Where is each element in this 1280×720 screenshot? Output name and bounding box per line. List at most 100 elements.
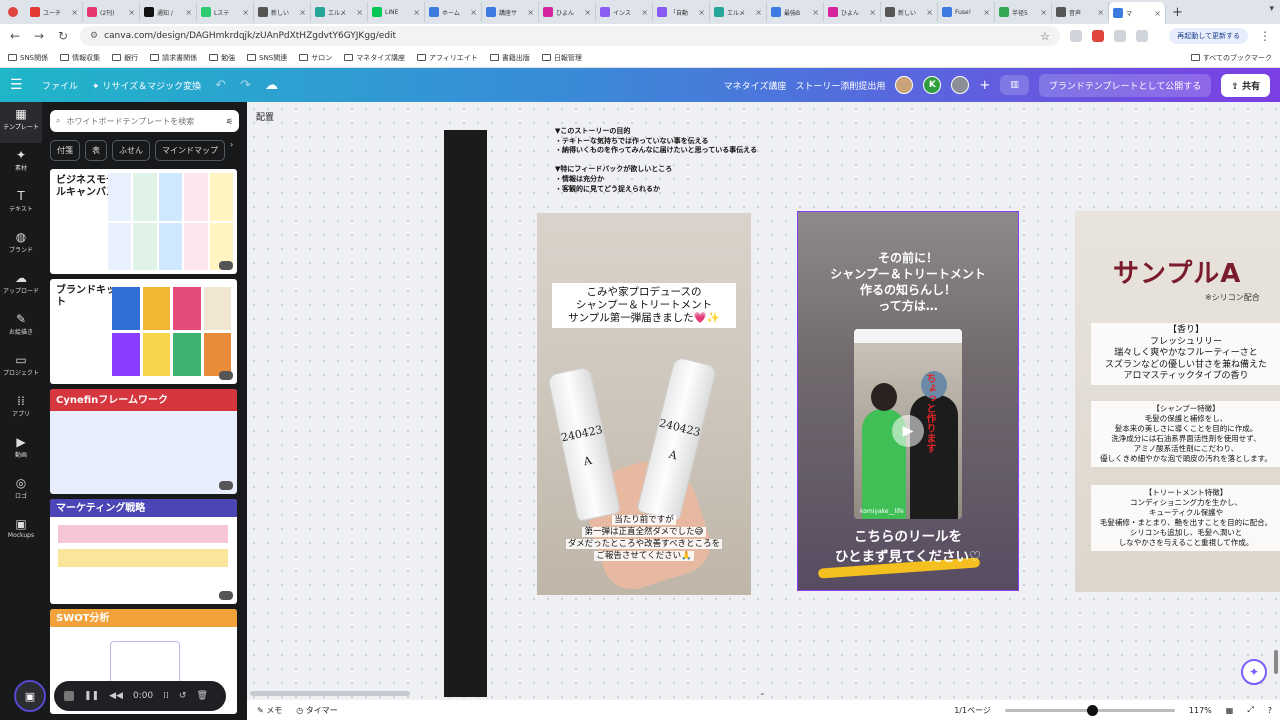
close-tab-icon[interactable]: × [527,8,534,17]
arrange-label[interactable]: 配置 [256,110,274,123]
site-info-icon[interactable]: ⚙ [90,31,98,41]
insights-icon[interactable]: ▥ [1000,75,1029,95]
reel-preview[interactable]: ちょっと作ります ▶ komiyake__life [854,329,962,519]
pause-icon[interactable]: ❚❚ [84,691,99,701]
rail-item[interactable]: ✦ 素材 [0,143,42,184]
browser-tab[interactable]: 新しい × [254,2,311,22]
collaborator-avatar[interactable] [951,76,970,94]
redo-icon[interactable]: ↷ [240,78,251,93]
grid-view-icon[interactable]: ▦ [1226,706,1234,715]
bookmark-star-icon[interactable]: ☆ [1040,30,1050,43]
close-tab-icon[interactable]: × [641,8,648,17]
close-tab-icon[interactable]: × [470,8,477,17]
close-tab-icon[interactable]: × [698,8,705,17]
collaborator-avatar[interactable] [895,76,914,94]
rail-item[interactable]: ✎ お絵描き [0,307,42,348]
bookmark-folder[interactable]: 日報管理 [541,53,582,63]
close-tab-icon[interactable]: × [413,8,420,17]
restart-icon[interactable]: ↺ [179,691,187,701]
restart-update-button[interactable]: 再起動して更新する [1169,28,1248,44]
close-tab-icon[interactable]: × [242,8,249,17]
resize-magic-button[interactable]: ✦ リサイズ＆マジック変換 [92,79,201,92]
close-tab-icon[interactable]: × [812,8,819,17]
filter-chip[interactable]: 付箋 [50,140,80,161]
rail-item[interactable]: ◎ ロゴ [0,471,42,512]
close-tab-icon[interactable]: × [926,8,933,17]
trash-icon[interactable]: 🗑 [196,691,207,701]
notes-button[interactable]: ✎ メモ [257,705,282,716]
close-tab-icon[interactable]: × [755,8,762,17]
extensions-puzzle-icon[interactable] [1114,30,1126,42]
bookmark-folder[interactable]: マネタイズ講座 [344,53,405,63]
url-field[interactable]: ⚙ canva.com/design/DAGHmkrdqjk/zUAnPdXtH… [80,26,1060,46]
browser-menu-icon[interactable]: ⋮ [1258,29,1272,43]
close-tab-icon[interactable]: × [71,8,78,17]
browser-tab[interactable]: 新しい × [881,2,938,22]
rail-item[interactable]: ☁ アップロード [0,266,42,307]
browser-tab[interactable]: ひよん × [539,2,596,22]
play-icon[interactable]: ▶ [892,415,924,447]
close-tab-icon[interactable]: × [1154,9,1161,18]
design-title[interactable]: マネタイズ講座 ストーリー添削提出用 [724,79,886,92]
close-tab-icon[interactable]: × [584,8,591,17]
bookmark-folder[interactable]: 請求書関係 [150,53,197,63]
browser-tab[interactable]: ユーチ × [26,2,83,22]
file-menu-button[interactable]: ファイル [42,79,78,92]
browser-tab[interactable]: ひよん × [824,2,881,22]
rail-item[interactable]: ▣ Mockups [0,512,42,553]
rail-item[interactable]: ▭ プロジェクト [0,348,42,389]
browser-tab[interactable]: LINE × [368,2,425,22]
filter-chip[interactable]: マインドマップ [155,140,225,161]
close-tab-icon[interactable]: × [983,8,990,17]
close-tab-icon[interactable]: × [128,8,135,17]
bookmark-folder[interactable]: 銀行 [112,53,138,63]
template-card-marketing-strategy[interactable]: マーケティング戦略 [50,499,237,604]
horizontal-scrollbar[interactable] [250,691,410,696]
browser-tab[interactable]: (2刊) × [83,2,140,22]
close-tab-icon[interactable]: × [869,8,876,17]
close-tab-icon[interactable]: × [1040,8,1047,17]
bookmark-folder[interactable]: 書籍出版 [489,53,530,63]
filter-chip[interactable]: 表 [85,140,107,161]
new-tab-button[interactable]: + [1166,5,1189,20]
filter-chip[interactable]: ふせん [112,140,150,161]
camera-record-icon[interactable]: ▣ [14,680,46,712]
bookmark-folder[interactable]: 勉強 [209,53,235,63]
template-card-cynefin[interactable]: Cynefinフレームワーク [50,389,237,494]
browser-tab[interactable]: 講座サ × [482,2,539,22]
timer-button[interactable]: ◷ タイマー [296,705,338,716]
extension-icon[interactable] [1070,30,1082,42]
rewind-icon[interactable]: ◀◀ [109,691,123,701]
rail-item[interactable]: ◍ ブランド [0,225,42,266]
browser-tab[interactable]: マ × [1109,2,1166,24]
zoom-level[interactable]: 117% [1189,706,1212,715]
fullscreen-icon[interactable]: ⤢ [1247,705,1253,715]
browser-tab[interactable]: 半径5 × [995,2,1052,22]
story-slide-1[interactable]: こみや家プロデュースの シャンプー＆トリートメント サンプル第一弾届きました💗✨… [537,213,751,595]
bookmark-folder[interactable]: SNS関係 [8,53,48,63]
bookmark-folder[interactable]: サロン [299,53,332,63]
vertical-scrollbar[interactable] [1274,650,1278,674]
story-slide-2-selected[interactable]: その前に！ シャンプー＆トリートメント 作るの知らんし！ って方は… ちょっと作… [797,211,1019,591]
undo-icon[interactable]: ↶ [215,78,226,93]
browser-tab[interactable]: 音声 × [1052,2,1109,22]
story-notes-text[interactable]: ▼このストーリーの目的 ・テキトーな気持ちでは作っていない事を伝える ・納得いく… [555,127,757,194]
forward-icon[interactable]: → [32,29,46,43]
chevron-right-icon[interactable]: › [230,140,233,161]
stop-icon[interactable] [64,691,74,701]
profile-avatar[interactable] [1136,30,1148,42]
rail-item[interactable]: ⁞⁞ アプリ [0,389,42,430]
rail-item[interactable]: ▦ テンプレート [0,102,42,143]
browser-tab[interactable]: エルメ × [710,2,767,22]
back-icon[interactable]: ← [8,29,22,43]
window-record-dot[interactable] [8,7,18,17]
publish-brand-template-button[interactable]: ブランドテンプレートとして公開する [1038,73,1212,97]
zoom-slider[interactable] [1004,704,1175,716]
share-button[interactable]: ⇪ 共有 [1221,73,1270,97]
browser-tab[interactable]: 通知 / × [140,2,197,22]
story-slide-3[interactable]: サンプルA ※シリコン配合 【香り】 フレッシュリリー 瑞々しく爽やかなフルーテ… [1075,211,1280,592]
close-tab-icon[interactable]: × [185,8,192,17]
grid-icon[interactable]: ⁞⁞ [163,691,169,701]
extension-red-icon[interactable] [1092,30,1104,42]
all-bookmarks-folder[interactable]: すべてのブックマーク [1190,53,1272,63]
